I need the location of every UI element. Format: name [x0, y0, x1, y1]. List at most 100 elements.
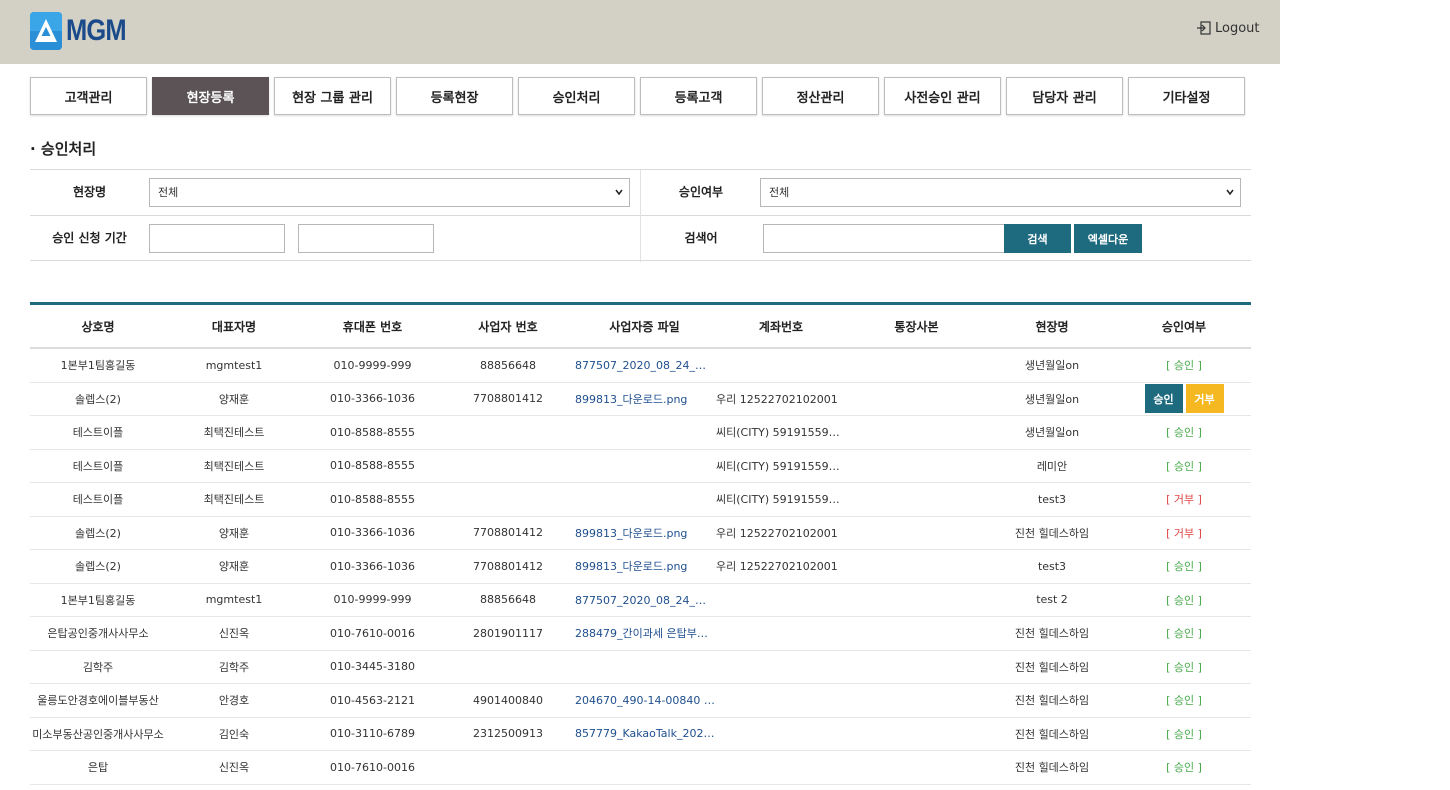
period-end-input[interactable]: [298, 224, 434, 253]
column-header: 승인여부: [1161, 319, 1207, 334]
company-cell: 테스트이플: [72, 459, 124, 473]
file-link[interactable]: 288479_간이과세 은탑부동산사업자: [573, 625, 716, 641]
excel-download-button[interactable]: 엑셀다운: [1074, 224, 1142, 253]
site-select[interactable]: 전체: [149, 178, 630, 207]
table-row[interactable]: 1본부1팀홍길동 mgmtest1 010-9999-999 88856648 8775…: [30, 349, 1251, 383]
reject-button[interactable]: 거부: [1185, 384, 1224, 414]
status-badge: [ 승인 ]: [1166, 694, 1202, 708]
site-cell: 생년월일on: [1024, 426, 1080, 440]
file-link[interactable]: 899813_다운로드.png: [573, 558, 716, 574]
table-row[interactable]: 김학주 김학주 010-3445-3180 진천 힐데스하임 [ 승인 ]: [30, 651, 1251, 684]
menu-item-9[interactable]: 기타설정: [1128, 77, 1245, 115]
ceo-cell: 최택진테스트: [203, 426, 265, 440]
biz-no-cell: 88856648: [480, 593, 536, 607]
status-badge: [ 승인 ]: [1166, 627, 1202, 641]
period-start-input[interactable]: [149, 224, 285, 253]
approval-select-value: 전체: [769, 186, 790, 199]
phone-cell: 010-8588-8555: [330, 459, 415, 473]
table-row[interactable]: 1본부1팀홍길동 mgmtest1 010-9999-999 88856648 8775…: [30, 584, 1251, 617]
biz-no-cell: 7708801412: [473, 526, 543, 540]
ceo-cell: 최택진테스트: [203, 459, 265, 473]
menu-item-7[interactable]: 사전승인 관리: [884, 77, 1001, 115]
table-row[interactable]: 은탑 신진옥 010-7610-0016 진천 힐데스하임 [ 승인 ]: [30, 751, 1251, 785]
status-badge: [ 거부 ]: [1166, 526, 1202, 540]
menu-item-0[interactable]: 고객관리: [30, 77, 147, 115]
company-cell: 은탑공인중개사사무소: [47, 627, 149, 641]
menu-item-8[interactable]: 담당자 관리: [1006, 77, 1123, 115]
phone-cell: 010-8588-8555: [330, 425, 415, 439]
phone-cell: 010-3366-1036: [330, 392, 415, 406]
approve-button[interactable]: 승인: [1144, 384, 1183, 414]
account-cell: 우리 12522702102001: [716, 392, 838, 406]
table-row[interactable]: 솔렙스(2) 양재훈 010-3366-1036 7708801412 899813_다…: [30, 517, 1251, 550]
company-cell: 울릉도안경호에이블부동산: [37, 694, 159, 708]
company-cell: 김학주: [82, 660, 114, 674]
approval-label: 승인여부: [678, 185, 724, 199]
phone-cell: 010-3110-6789: [330, 727, 415, 741]
site-cell: test3: [1037, 492, 1067, 506]
phone-cell: 010-9999-999: [333, 358, 412, 372]
logo-text: MGM: [66, 14, 127, 47]
menu-item-1[interactable]: 현장등록: [152, 77, 269, 115]
company-cell: 테스트이플: [72, 426, 124, 440]
company-cell: 1본부1팀홍길동: [60, 593, 136, 607]
table-row[interactable]: 테스트이플 최택진테스트 010-8588-8555 씨티(CITY) 5919155…: [30, 450, 1251, 483]
file-link[interactable]: 899813_다운로드.png: [573, 525, 716, 541]
table-row[interactable]: 테스트이플 최택진테스트 010-8588-8555 씨티(CITY) 5919155…: [30, 483, 1251, 517]
status-badge: [ 승인 ]: [1166, 593, 1202, 607]
table-row[interactable]: 은탑공인중개사사무소 신진옥 010-7610-0016 2801901117 2884…: [30, 617, 1251, 651]
phone-cell: 010-7610-0016: [330, 626, 415, 640]
status-badge: [ 승인 ]: [1166, 761, 1202, 775]
chevron-down-icon: [615, 189, 623, 196]
status-badge: [ 승인 ]: [1166, 359, 1202, 373]
ceo-cell: 신진옥: [218, 761, 250, 775]
site-cell: 생년월일on: [1024, 359, 1080, 373]
approval-select[interactable]: 전체: [760, 178, 1241, 207]
menu-item-3[interactable]: 등록현장: [396, 77, 513, 115]
table-row[interactable]: 솔렙스(2) 양재훈 010-3366-1036 7708801412 899813_다…: [30, 550, 1251, 584]
column-header: 휴대폰 번호: [342, 319, 403, 334]
table-header: 상호명 대표자명 휴대폰 번호 사업자 번호 사업자증 파일 계좌번호 통장사본 현장명 승인여…: [30, 305, 1251, 349]
status-badge: [ 승인 ]: [1166, 660, 1202, 674]
ceo-cell: 양재훈: [218, 560, 250, 574]
ceo-cell: 양재훈: [218, 392, 250, 406]
biz-no-cell: 7708801412: [473, 392, 543, 406]
keyword-input[interactable]: [763, 224, 1005, 253]
file-link[interactable]: 899813_다운로드.png: [573, 391, 716, 407]
biz-no-cell: 4901400840: [473, 693, 543, 707]
table-row[interactable]: 테스트이플 최택진테스트 010-8588-8555 씨티(CITY) 5919155…: [30, 416, 1251, 450]
page-title: · 승인처리: [30, 140, 97, 158]
site-cell: test 2: [1036, 593, 1068, 607]
ceo-cell: 김학주: [218, 660, 250, 674]
search-button[interactable]: 검색: [1004, 224, 1071, 253]
keyword-label: 검색어: [684, 231, 718, 245]
file-link[interactable]: 204670_490-14-00840 울릉도 안경: [573, 692, 716, 708]
table-body: 1본부1팀홍길동 mgmtest1 010-9999-999 88856648 8775…: [30, 349, 1251, 785]
status-badge: [ 승인 ]: [1166, 727, 1202, 741]
site-cell: 진천 힐데스하임: [1014, 627, 1090, 641]
site-cell: test3: [1037, 559, 1067, 573]
company-cell: 솔렙스(2): [75, 560, 121, 574]
logout-button[interactable]: Logout: [1196, 20, 1260, 36]
logo[interactable]: MGM: [30, 12, 136, 50]
status-badge: [ 거부 ]: [1166, 493, 1202, 507]
table-row[interactable]: 솔렙스(2) 양재훈 010-3366-1036 7708801412 899813_다…: [30, 383, 1251, 416]
menu-item-2[interactable]: 현장 그룹 관리: [274, 77, 391, 115]
file-link[interactable]: 877507_2020_08_24_데이터원_회: [573, 357, 716, 373]
menu-item-4[interactable]: 승인처리: [518, 77, 635, 115]
table-row[interactable]: 울릉도안경호에이블부동산 안경호 010-4563-2121 4901400840 20…: [30, 684, 1251, 718]
menu-item-6[interactable]: 정산관리: [762, 77, 879, 115]
file-link[interactable]: 877507_2020_08_24_데이터원_회: [573, 592, 716, 608]
approval-table: 상호명 대표자명 휴대폰 번호 사업자 번호 사업자증 파일 계좌번호 통장사본 현장명 승인여…: [30, 302, 1251, 785]
status-badge: [ 승인 ]: [1166, 459, 1202, 473]
logout-label: Logout: [1215, 20, 1260, 36]
file-link[interactable]: 857779_KakaoTalk_20220613_1: [573, 727, 716, 740]
menu-item-5[interactable]: 등록고객: [640, 77, 757, 115]
period-label: 승인 신청 기간: [52, 231, 127, 245]
ceo-cell: 양재훈: [218, 526, 250, 540]
biz-no-cell: 7708801412: [473, 559, 543, 573]
search-filter: 현장명 전체 승인여부 전체 승인 신청 기간 검색어 검색 엑셀다운: [30, 169, 1251, 262]
table-row[interactable]: 미소부동산공인중개사사무소 김인숙 010-3110-6789 2312500913 8…: [30, 718, 1251, 751]
ceo-cell: mgmtest1: [205, 593, 263, 607]
account-cell: 씨티(CITY) 591915591591159...: [716, 459, 846, 473]
